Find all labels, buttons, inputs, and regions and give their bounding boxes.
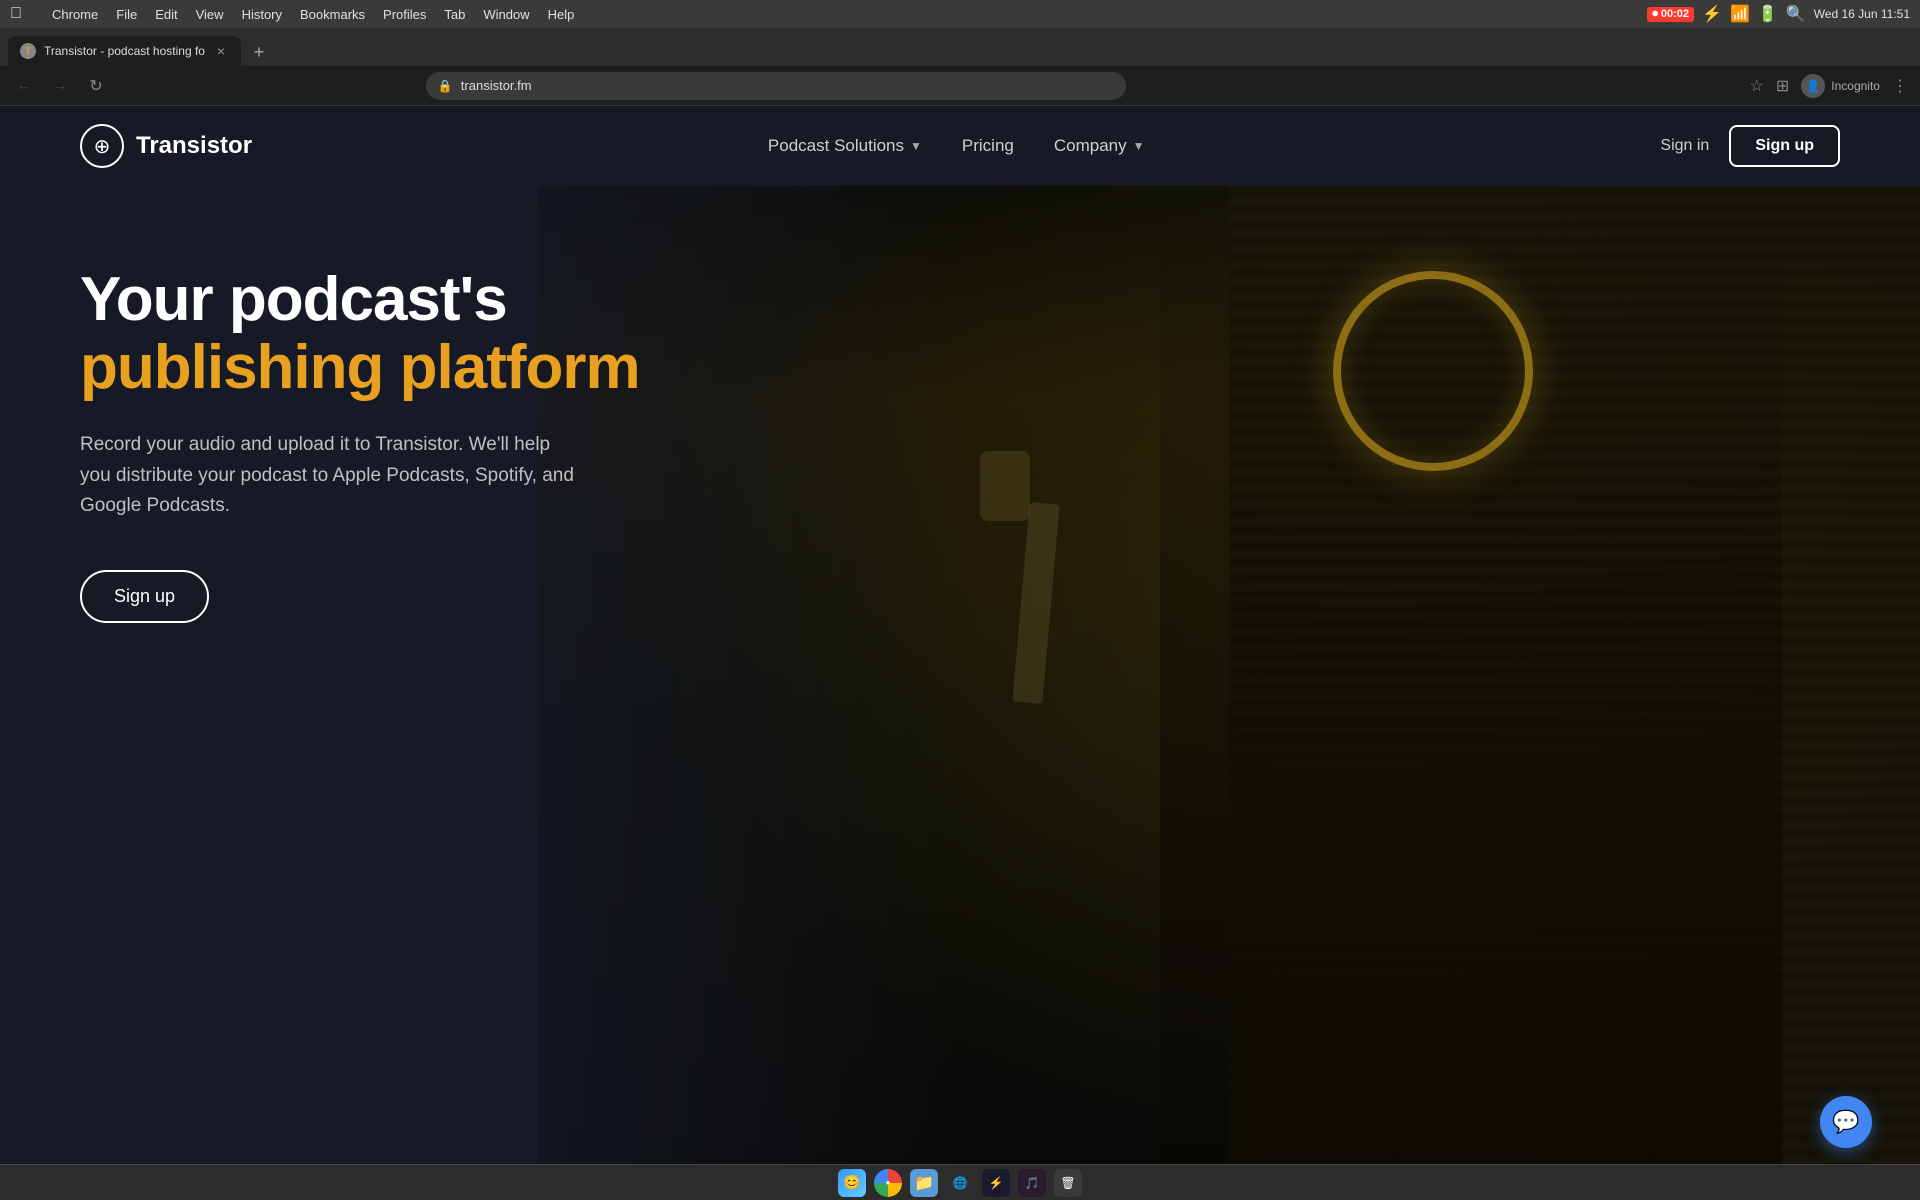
trash-icon: 🗑 <box>1060 1176 1075 1190</box>
app4-icon: 🌐 <box>953 1176 968 1190</box>
signup-button-nav[interactable]: Sign up <box>1729 125 1840 167</box>
menu-tab[interactable]: Tab <box>444 7 465 22</box>
hero-section: Your podcast's publishing platform Recor… <box>0 186 1920 1164</box>
menu-chrome[interactable]: Chrome <box>52 7 98 22</box>
menu-history[interactable]: History <box>242 7 282 22</box>
apple-menu[interactable]:  <box>10 5 22 23</box>
microphone-stand <box>1013 502 1060 704</box>
microphone <box>980 451 1030 521</box>
signin-button[interactable]: Sign in <box>1660 137 1709 155</box>
incognito-avatar: 👤 <box>1801 74 1825 98</box>
logo-text: Transistor <box>136 132 252 160</box>
address-bar[interactable]: 🔒 transistor.fm <box>426 72 1126 100</box>
app6-icon: 🎵 <box>1025 1176 1040 1190</box>
chrome-menu-icon[interactable]: ⋮ <box>1892 76 1908 96</box>
active-tab[interactable]: T Transistor - podcast hosting fo × <box>8 36 241 66</box>
chrome-icon: ● <box>886 1178 891 1187</box>
dock-folder[interactable]: 📁 <box>910 1169 938 1197</box>
site-navigation: ⊕ Transistor Podcast Solutions ▼ Pricing… <box>0 106 1920 186</box>
dock-finder[interactable]: 😊 <box>838 1169 866 1197</box>
nav-links: Podcast Solutions ▼ Pricing Company ▼ <box>768 136 1145 156</box>
hero-title-white: Your podcast's <box>80 265 507 334</box>
tab-title: Transistor - podcast hosting fo <box>44 44 205 58</box>
hero-description: Record your audio and upload it to Trans… <box>80 430 580 521</box>
incognito-label: Incognito <box>1831 79 1880 93</box>
menu-window[interactable]: Window <box>483 7 529 22</box>
hero-title: Your podcast's publishing platform <box>80 266 640 402</box>
system-status-icons: ⏺ 00:02 ⚡ 📶 🔋 🔍 Wed 16 Jun 11:51 <box>1647 4 1910 24</box>
finder-icon: 😊 <box>843 1174 860 1191</box>
podcast-solutions-chevron: ▼ <box>910 139 922 153</box>
nav-pricing-label: Pricing <box>962 136 1014 156</box>
extensions-icon[interactable]: ⊞ <box>1776 76 1789 96</box>
toolbar-right: ☆ ⊞ 👤 Incognito ⋮ <box>1750 74 1908 98</box>
hero-content: Your podcast's publishing platform Recor… <box>80 266 640 623</box>
url-text: transistor.fm <box>461 78 532 93</box>
macos-menubar:  Chrome File Edit View History Bookmark… <box>0 0 1920 28</box>
dock-item-4[interactable]: 🌐 <box>946 1169 974 1197</box>
refresh-button[interactable]: ↻ <box>84 74 108 98</box>
studio-light-ring <box>1333 271 1533 471</box>
dock-chrome[interactable]: ● <box>874 1169 902 1197</box>
bookmark-star-icon[interactable]: ☆ <box>1750 76 1764 96</box>
chrome-tabbar: T Transistor - podcast hosting fo × + <box>0 28 1920 66</box>
system-time: Wed 16 Jun 11:51 <box>1814 7 1910 21</box>
battery-icon: 🔋 <box>1758 4 1778 24</box>
menu-file[interactable]: File <box>116 7 137 22</box>
menu-profiles[interactable]: Profiles <box>383 7 426 22</box>
chrome-addressbar: ← → ↻ 🔒 transistor.fm ☆ ⊞ 👤 Incognito ⋮ <box>0 66 1920 106</box>
app5-icon: ⚡ <box>989 1176 1004 1190</box>
dock-item-6[interactable]: 🎵 <box>1018 1169 1046 1197</box>
hero-signup-button[interactable]: Sign up <box>80 570 209 623</box>
lock-icon: 🔒 <box>438 79 453 93</box>
nav-podcast-solutions-label: Podcast Solutions <box>768 136 904 156</box>
tab-favicon: T <box>20 43 36 59</box>
lightning-icon: ⚡ <box>1702 4 1722 24</box>
folder-icon: 📁 <box>914 1173 934 1193</box>
tab-close-button[interactable]: × <box>213 43 229 59</box>
wifi-icon: 📶 <box>1730 4 1750 24</box>
menu-bar-items: Chrome File Edit View History Bookmarks … <box>52 7 574 22</box>
hero-title-orange: publishing platform <box>80 334 640 402</box>
nav-actions: Sign in Sign up <box>1660 125 1840 167</box>
dock-trash[interactable]: 🗑 <box>1054 1169 1082 1197</box>
nav-podcast-solutions[interactable]: Podcast Solutions ▼ <box>768 136 922 156</box>
new-tab-button[interactable]: + <box>245 38 273 66</box>
menu-bookmarks[interactable]: Bookmarks <box>300 7 365 22</box>
battery-recording-icon: ⏺ 00:02 <box>1647 7 1694 22</box>
logo-icon: ⊕ <box>80 124 124 168</box>
incognito-profile[interactable]: 👤 Incognito <box>1801 74 1880 98</box>
dock-item-5[interactable]: ⚡ <box>982 1169 1010 1197</box>
nav-company[interactable]: Company ▼ <box>1054 136 1145 156</box>
website-content: ⊕ Transistor Podcast Solutions ▼ Pricing… <box>0 106 1920 1164</box>
nav-pricing[interactable]: Pricing <box>962 136 1014 156</box>
company-chevron: ▼ <box>1133 139 1145 153</box>
chat-widget-button[interactable]: 💬 <box>1820 1096 1872 1148</box>
menu-view[interactable]: View <box>196 7 224 22</box>
chat-icon: 💬 <box>1832 1109 1859 1135</box>
menu-edit[interactable]: Edit <box>155 7 177 22</box>
site-logo[interactable]: ⊕ Transistor <box>80 124 252 168</box>
back-button[interactable]: ← <box>12 74 36 98</box>
macos-dock: 😊 ● 📁 🌐 ⚡ 🎵 🗑 <box>0 1164 1920 1200</box>
forward-button[interactable]: → <box>48 74 72 98</box>
nav-company-label: Company <box>1054 136 1127 156</box>
menu-help[interactable]: Help <box>548 7 575 22</box>
search-icon[interactable]: 🔍 <box>1786 4 1806 24</box>
